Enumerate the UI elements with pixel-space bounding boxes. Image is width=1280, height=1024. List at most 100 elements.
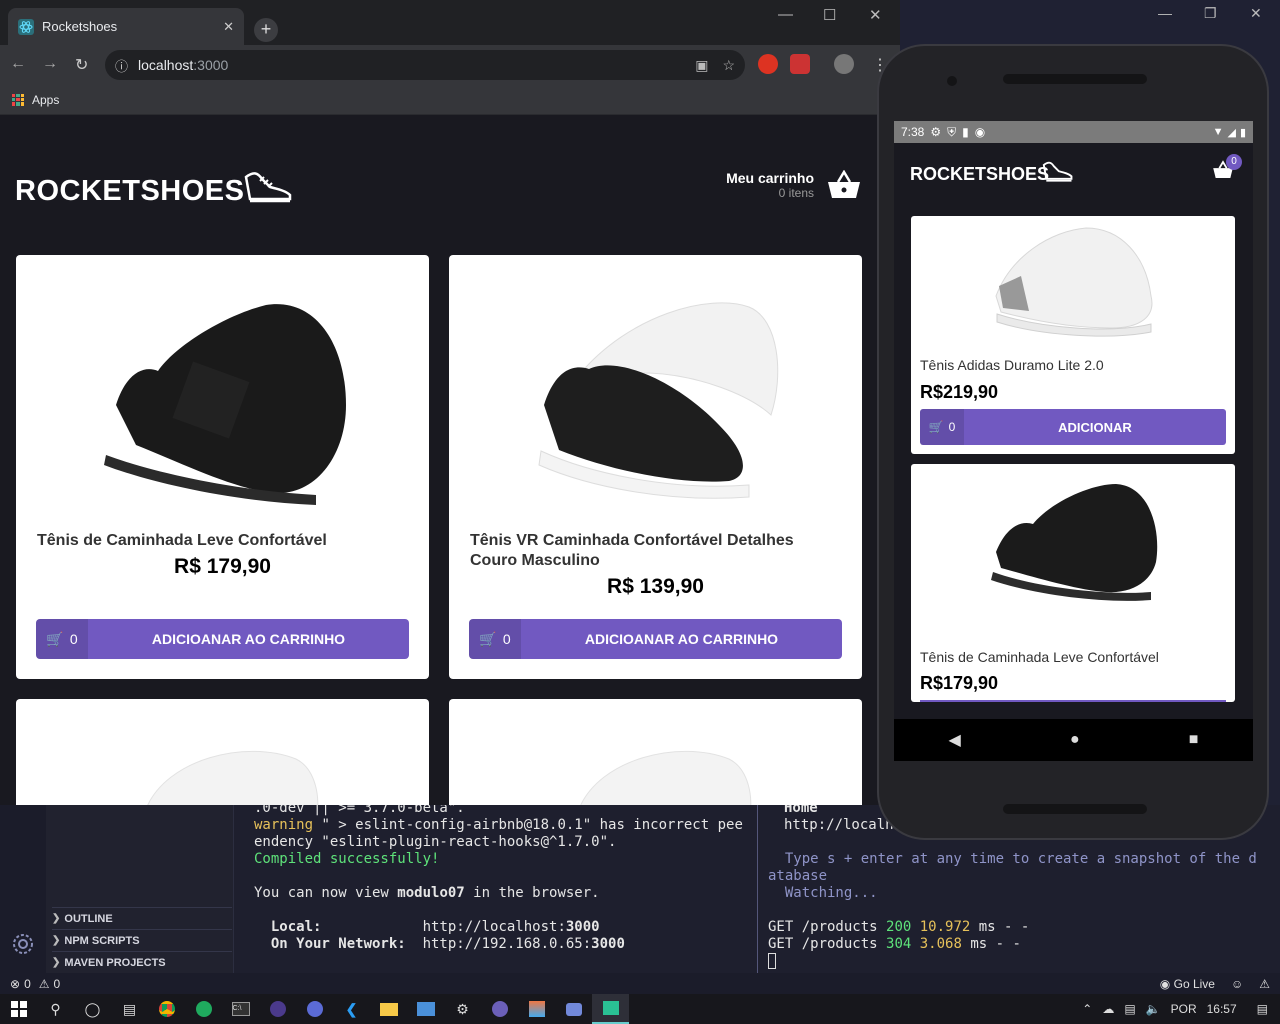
gear-icon[interactable] — [11, 932, 35, 956]
npm-scripts-section[interactable]: ❯ NPM SCRIPTS — [52, 929, 232, 951]
chrome-icon[interactable] — [148, 994, 185, 1024]
home-circle-icon[interactable]: ● — [1070, 731, 1080, 749]
white-sneaker-image — [995, 227, 1153, 337]
restore-icon[interactable]: ❐ — [1204, 5, 1217, 22]
chevron-right-icon: ❯ — [52, 957, 61, 968]
adblock-extension-icon[interactable] — [758, 54, 778, 74]
camera-icon — [947, 76, 957, 86]
go-live-button[interactable]: ◉ Go Live — [1160, 977, 1215, 991]
product-price: R$ 139,90 — [607, 575, 704, 598]
react-icon — [18, 18, 34, 35]
control-panel-icon[interactable] — [407, 994, 444, 1024]
background-window-titlebar: — ❐ ✕ — [900, 0, 1280, 30]
cortana-icon[interactable]: ◯ — [74, 994, 111, 1024]
add-to-cart-button[interactable]: 🛒 0 ADICIOANAR AO CARRINHO — [36, 619, 409, 659]
site-logo[interactable]: ROCKETSHOES — [15, 175, 244, 208]
forward-icon[interactable]: → — [42, 55, 58, 73]
tools-icon[interactable] — [518, 994, 555, 1024]
vscode-icon[interactable]: ❮ — [333, 994, 370, 1024]
product-card — [16, 699, 429, 805]
terminal-left[interactable]: .0-dev || >= 3.7.0-beta". warning " > esl… — [254, 800, 754, 953]
system-tray: ⌃ ☁ ▤ 🔈 POR 16:57 ▤ — [1082, 1002, 1280, 1016]
cart-link[interactable]: Meu carrinho 0 itens — [726, 170, 862, 200]
close-window-icon[interactable]: ✕ — [869, 6, 882, 24]
notifications-icon[interactable]: ⚠ — [1259, 977, 1270, 991]
sync-icon: ◉ — [974, 125, 986, 139]
apps-bookmark[interactable]: Apps — [32, 93, 59, 107]
chevron-right-icon: ❯ — [52, 913, 61, 924]
extension-icon[interactable] — [790, 54, 810, 74]
product-title[interactable]: Tênis de Caminhada Leve Confortável — [37, 531, 407, 551]
explorer-sidebar: ❯ OUTLINE ❯ NPM SCRIPTS ❯ MAVEN PROJECTS — [46, 805, 234, 973]
close-icon[interactable]: ✕ — [1250, 5, 1262, 22]
browser-toolbar: ← → ↻ ⓘ localhost:3000 ▣ ☆ ⋮ — [0, 45, 900, 85]
black-sneaker-image — [104, 304, 346, 505]
reload-icon[interactable]: ↻ — [75, 55, 88, 75]
product-card: Tênis VR Caminhada Confortável Detalhes … — [449, 255, 862, 679]
maven-projects-section[interactable]: ❯ MAVEN PROJECTS — [52, 951, 232, 973]
wifi-icon: ▼ — [1212, 125, 1224, 138]
battery-icon: ▮ — [1239, 126, 1246, 139]
add-button[interactable]: 🛒 0 ADICIONAR — [920, 409, 1226, 445]
phone-screen: 7:38 ⚙ ⛨ ▮ ◉ ▼ ◢ ▮ ROCKETSHOES 0 Tênis Adi… — [894, 121, 1253, 761]
chrome-window: Rocketshoes ✕ + — ☐ ✕ ← → ↻ ⓘ localhost:… — [0, 0, 900, 805]
minimize-icon[interactable]: — — [778, 6, 793, 23]
file-explorer-icon[interactable] — [370, 994, 407, 1024]
back-triangle-icon[interactable]: ◀ — [949, 730, 961, 750]
add-to-cart-button[interactable]: 🛒 0 ADICIOANAR AO CARRINHO — [469, 619, 842, 659]
profile-avatar[interactable] — [834, 54, 854, 74]
translate-icon[interactable]: ▣ — [695, 57, 708, 74]
tab-strip: Rocketshoes ✕ + — ☐ ✕ — [0, 0, 900, 45]
black-white-sneaker-image — [538, 302, 779, 499]
settings-icon: ⚙ — [930, 125, 942, 139]
android-status-bar: 7:38 ⚙ ⛨ ▮ ◉ ▼ ◢ ▮ — [894, 121, 1253, 143]
product-title[interactable]: Tênis de Caminhada Leve Confortável — [920, 649, 1159, 665]
maximize-icon[interactable]: ☐ — [823, 6, 836, 24]
apps-icon[interactable] — [12, 93, 24, 106]
browser-tab[interactable]: Rocketshoes ✕ — [8, 8, 244, 45]
insomnia-icon[interactable] — [481, 994, 518, 1024]
shield-icon: ⛨ — [947, 124, 957, 139]
feedback-icon[interactable]: ☺ — [1231, 977, 1243, 991]
task-view-icon[interactable]: ▤ — [111, 994, 148, 1024]
minimize-icon[interactable]: — — [1158, 5, 1172, 21]
search-icon[interactable]: ⚲ — [37, 994, 74, 1024]
error-icon: ⊗ — [10, 976, 21, 991]
language-indicator[interactable]: POR — [1171, 1002, 1197, 1016]
address-bar[interactable]: ⓘ localhost:3000 ▣ ☆ — [105, 50, 745, 80]
discord-icon[interactable] — [296, 994, 333, 1024]
problems-indicator[interactable]: ⊗ 0 ⚠ 0 — [10, 977, 60, 991]
android-emulator: 7:38 ⚙ ⛨ ▮ ◉ ▼ ◢ ▮ ROCKETSHOES 0 Tênis Adi… — [877, 44, 1269, 840]
discord-app-icon[interactable] — [555, 994, 592, 1024]
action-center-icon[interactable]: ▤ — [1257, 1002, 1268, 1016]
product-title[interactable]: Tênis Adidas Duramo Lite 2.0 — [920, 357, 1104, 373]
bookmark-star-icon[interactable]: ☆ — [722, 57, 735, 74]
vscode-statusbar: ⊗ 0 ⚠ 0 ◉ Go Live ☺ ⚠ — [0, 973, 1280, 994]
terminal-divider[interactable] — [757, 805, 758, 973]
info-icon[interactable]: ⓘ — [115, 56, 128, 75]
close-tab-icon[interactable]: ✕ — [223, 19, 234, 35]
eclipse-icon[interactable] — [259, 994, 296, 1024]
android-emulator-icon[interactable] — [592, 994, 629, 1024]
outline-section[interactable]: ❯ OUTLINE — [52, 907, 232, 929]
network-icon[interactable]: ▤ — [1124, 1002, 1135, 1016]
whatsapp-icon[interactable] — [185, 994, 222, 1024]
recents-square-icon[interactable]: ■ — [1189, 731, 1199, 749]
new-tab-button[interactable]: + — [254, 18, 278, 42]
settings-icon[interactable]: ⚙ — [444, 994, 481, 1024]
clock[interactable]: 16:57 — [1207, 1002, 1237, 1016]
phone-clock: 7:38 — [901, 125, 925, 139]
windows-start-icon[interactable] — [0, 994, 37, 1024]
terminal-icon[interactable]: C:\ — [222, 994, 259, 1024]
back-icon[interactable]: ← — [10, 55, 26, 73]
app-logo[interactable]: ROCKETSHOES — [910, 164, 1049, 185]
product-price: R$219,90 — [920, 382, 999, 402]
product-card: Tênis de Caminhada Leve Confortável R$ 1… — [16, 255, 429, 679]
product-title[interactable]: Tênis VR Caminhada Confortável Detalhes … — [470, 531, 840, 571]
black-sneaker-image — [991, 484, 1158, 601]
volume-icon[interactable]: 🔈 — [1146, 1002, 1161, 1016]
sd-card-icon: ▮ — [962, 125, 969, 139]
chevron-up-icon[interactable]: ⌃ — [1082, 1002, 1092, 1016]
add-button[interactable] — [920, 700, 1226, 702]
cloud-icon[interactable]: ☁ — [1102, 1002, 1114, 1016]
